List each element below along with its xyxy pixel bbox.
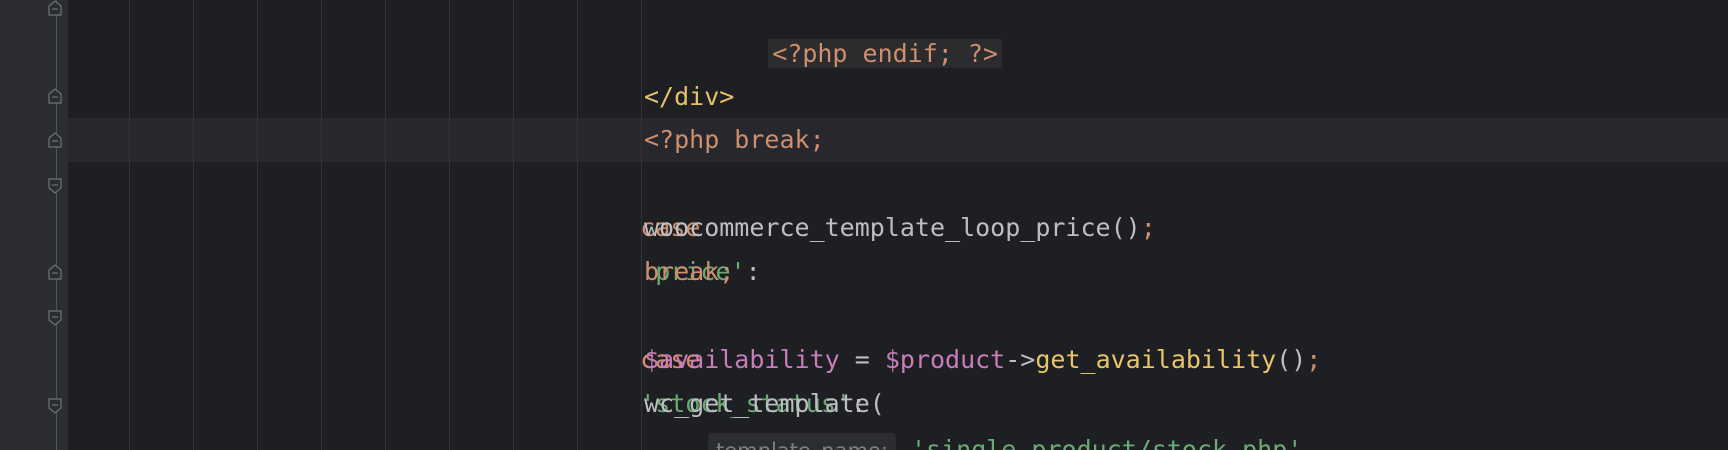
- variable-token: $availability: [644, 345, 840, 374]
- fold-end-icon[interactable]: [48, 264, 62, 280]
- editor-gutter: [0, 0, 68, 450]
- code-line-endif[interactable]: <?php endif; ?>: [708, 0, 1002, 68]
- punct-token: :: [745, 257, 761, 286]
- indent-guide: [257, 0, 258, 450]
- parens-token: (): [1276, 345, 1307, 374]
- fold-end-icon[interactable]: [48, 132, 62, 148]
- code-line-case-price[interactable]: case 'price':: [580, 162, 760, 286]
- parens-token: (): [1110, 213, 1141, 242]
- indent-guide: [449, 0, 450, 450]
- code-line-price-call[interactable]: woocommerce_template_loop_price();: [644, 206, 1156, 250]
- semicolon-token: ;: [1306, 345, 1322, 374]
- code-line-case-stock[interactable]: case 'stock_status':: [580, 294, 866, 418]
- code-editor[interactable]: <?php endif; ?> </div> <?php break; case…: [0, 0, 1728, 450]
- indent-guide: [321, 0, 322, 450]
- fold-end-icon[interactable]: [48, 0, 62, 16]
- code-line-break[interactable]: break;: [644, 250, 734, 294]
- code-line-php-break[interactable]: <?php break;: [644, 118, 825, 162]
- semicolon-token: ;: [1140, 213, 1156, 242]
- indent-guide: [577, 0, 578, 450]
- code-line-close-div[interactable]: </div>: [644, 75, 734, 119]
- fold-start-icon[interactable]: [48, 398, 62, 414]
- indent-guide: [513, 0, 514, 450]
- fold-start-icon[interactable]: [48, 178, 62, 194]
- current-line-highlight: [68, 118, 1728, 162]
- variable-token: $product: [884, 345, 1006, 374]
- arrow-token: ->: [1005, 345, 1036, 374]
- indent-guide: [129, 0, 130, 450]
- string-token: 'single-product/stock.php': [911, 435, 1303, 450]
- code-line-wc-get-template[interactable]: wc_get_template(: [644, 382, 885, 426]
- method-token: get_availability: [1035, 345, 1277, 374]
- fold-guide-line: [56, 0, 57, 450]
- function-token: woocommerce_template_loop_price: [644, 213, 1111, 242]
- fold-end-icon[interactable]: [48, 88, 62, 104]
- code-line-template-arg[interactable]: template_name: 'single-product/stock.php…: [708, 428, 1302, 450]
- fold-start-icon[interactable]: [48, 310, 62, 326]
- php-endif-token: <?php endif; ?>: [768, 39, 1002, 68]
- parameter-hint: template_name:: [708, 433, 896, 450]
- indent-guide: [385, 0, 386, 450]
- indent-guide: [193, 0, 194, 450]
- operator-token: =: [839, 345, 885, 374]
- code-line-availability[interactable]: $availability = $product->get_availabili…: [644, 338, 1321, 382]
